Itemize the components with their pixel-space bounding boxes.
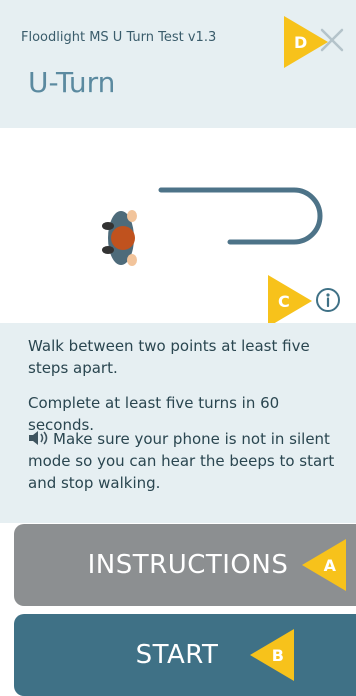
info-button[interactable]: [315, 287, 341, 313]
header: Floodlight MS U Turn Test v1.3 U-Turn D: [0, 0, 356, 128]
instructions-text: Walk between two points at least five st…: [0, 323, 356, 523]
silent-mode-text: Make sure your phone is not in silent mo…: [28, 430, 335, 492]
start-button-label: START: [135, 640, 219, 670]
annotation-marker-b-label: B: [271, 645, 284, 665]
annotation-marker-b: B: [250, 629, 294, 681]
start-button[interactable]: START: [14, 614, 356, 696]
annotation-marker-a: A: [302, 539, 346, 591]
info-icon: [316, 288, 340, 312]
annotation-marker-a-label: A: [323, 555, 336, 575]
instruction-line-3: Make sure your phone is not in silent mo…: [28, 428, 346, 494]
instructions-button-label: INSTRUCTIONS: [87, 550, 289, 580]
speaker-icon: [29, 431, 48, 445]
walking-person-icon: [102, 210, 137, 266]
illustration: C: [0, 128, 356, 327]
annotation-marker-d-label: D: [294, 32, 308, 52]
annotation-marker-c-label: C: [278, 291, 290, 311]
page-title: U-Turn: [28, 66, 116, 99]
annotation-marker-c: C: [268, 275, 312, 327]
u-turn-path-icon: [158, 187, 323, 245]
instruction-line-1: Walk between two points at least five st…: [28, 337, 310, 377]
annotation-marker-d: D: [284, 16, 328, 68]
app-title: Floodlight MS U Turn Test v1.3: [21, 30, 217, 45]
u-turn-screen: Floodlight MS U Turn Test v1.3 U-Turn D: [0, 0, 356, 696]
